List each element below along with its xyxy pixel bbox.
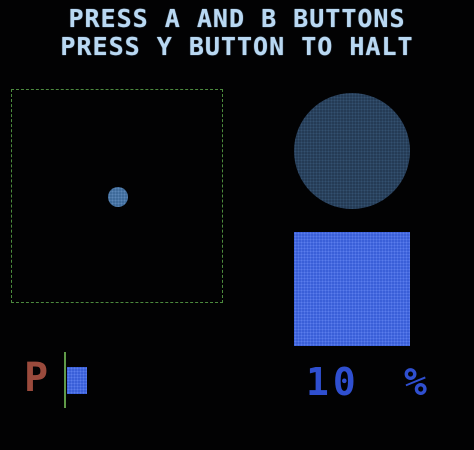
play-area — [11, 89, 223, 303]
instruction-line-1: PRESS A AND B BUTTONS — [68, 4, 406, 33]
instruction-line-2: PRESS Y BUTTON TO HALT — [60, 32, 414, 61]
gauge-label: P — [24, 355, 49, 401]
percent-readout: 10 — [306, 360, 360, 404]
circle-shape — [294, 93, 410, 209]
square-shape — [294, 232, 410, 346]
gauge-fill-bar — [67, 367, 87, 394]
game-screen: PRESS A AND B BUTTONS PRESS Y BUTTON TO … — [0, 0, 474, 450]
gauge-axis-line — [64, 352, 66, 408]
percent-unit: % — [404, 360, 427, 404]
ball-sprite — [108, 187, 128, 207]
